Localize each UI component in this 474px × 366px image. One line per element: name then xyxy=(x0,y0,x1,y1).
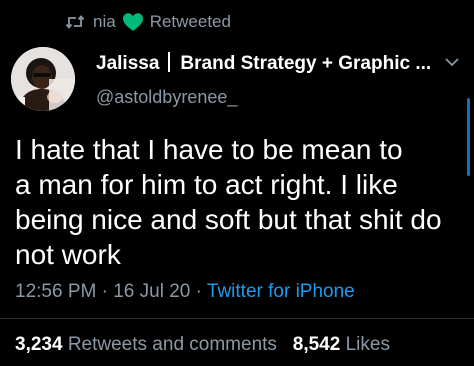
author-handle[interactable]: @astoldbyrenee_ xyxy=(96,86,237,108)
retweeter-name[interactable]: nia xyxy=(93,12,116,32)
tweet-time[interactable]: 12:56 PM xyxy=(15,281,96,302)
tweet-line: I hate that I have to be mean to xyxy=(15,134,403,165)
name-separator xyxy=(168,52,171,72)
meta-separator: · xyxy=(195,281,202,302)
display-name[interactable]: Jalissa xyxy=(96,53,159,74)
chevron-down-icon[interactable] xyxy=(444,56,460,68)
author-name-row[interactable]: Jalissa Brand Strategy + Graphic ... xyxy=(96,52,436,76)
meta-separator: · xyxy=(101,281,108,302)
tweet-meta: 12:56 PM · 16 Jul 20 · Twitter for iPhon… xyxy=(15,280,355,304)
tweet-stats: 3,234 Retweets and comments 8,542 Likes xyxy=(15,333,390,357)
bio-name[interactable]: Brand Strategy + Graphic ... xyxy=(180,53,431,74)
retweet-icon xyxy=(65,14,85,30)
likes-label: Likes xyxy=(345,334,390,355)
tweet-text: I hate that I have to be mean to a man f… xyxy=(15,132,455,272)
retweet-context[interactable]: nia Retweeted xyxy=(65,10,231,34)
likes-stat[interactable]: 8,542 Likes xyxy=(293,334,390,355)
tweet-source-link[interactable]: Twitter for iPhone xyxy=(207,281,355,302)
likes-count: 8,542 xyxy=(292,334,341,355)
green-heart-icon xyxy=(122,12,144,32)
tweet-line: being nice and soft but that shit do xyxy=(15,204,442,235)
tweet-date[interactable]: 16 Jul 20 xyxy=(113,281,190,302)
tweet-line: not work xyxy=(15,239,121,270)
tweet-line: a man for him to act right. I like xyxy=(15,169,398,200)
retweeted-label: Retweeted xyxy=(149,12,231,31)
retweets-count: 3,234 xyxy=(15,334,63,355)
retweets-stat[interactable]: 3,234 Retweets and comments xyxy=(15,334,277,355)
divider xyxy=(0,318,474,319)
scrollbar[interactable] xyxy=(467,98,470,176)
retweets-label: Retweets and comments xyxy=(67,334,277,355)
avatar[interactable] xyxy=(11,47,75,111)
